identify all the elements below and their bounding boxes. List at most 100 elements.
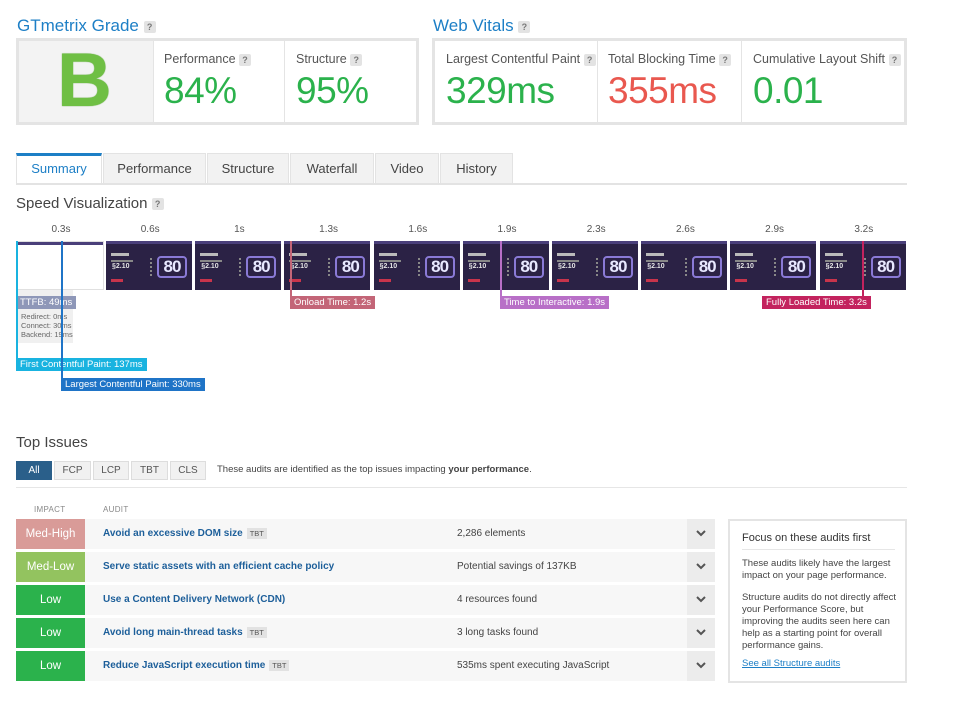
frame-red-button	[646, 279, 659, 282]
frame-text-line	[378, 253, 397, 256]
filter-cls[interactable]: CLS	[170, 461, 206, 480]
backend-time: Backend: 19ms	[21, 330, 73, 339]
help-icon[interactable]: ?	[719, 53, 732, 66]
filter-tbt[interactable]: TBT	[131, 461, 168, 480]
audit-row[interactable]: Low Reduce JavaScript execution time TBT 53…	[16, 651, 715, 681]
chevron-down-icon[interactable]	[687, 618, 715, 648]
impact-column-header: IMPACT	[34, 505, 66, 514]
help-icon[interactable]: ?	[518, 20, 531, 33]
tbt-metric: Total Blocking Time ? 355ms	[608, 52, 732, 111]
frame-text-line	[735, 253, 754, 256]
onload-marker: Onload Time: 1.2s	[290, 296, 376, 309]
filter-fcp[interactable]: FCP	[54, 461, 91, 480]
audit-title[interactable]: Reduce JavaScript execution time TBT	[103, 651, 290, 681]
filmstrip-frame[interactable]: §2.10 80	[462, 241, 549, 290]
focus-divider	[742, 549, 895, 550]
filter-lcp[interactable]: LCP	[93, 461, 129, 480]
frame-text-line	[200, 253, 219, 256]
audit-row[interactable]: Med-High Avoid an excessive DOM size TBT 2,…	[16, 519, 715, 549]
help-icon[interactable]: ?	[583, 53, 596, 66]
tab-video[interactable]: Video	[375, 153, 439, 183]
filmstrip-frame-blank[interactable]	[16, 241, 104, 290]
filmstrip-frame[interactable]: §2.10 80	[552, 241, 638, 290]
frame-red-button	[824, 279, 837, 282]
frame-top-bar	[17, 242, 103, 245]
divider	[741, 41, 742, 122]
web-vitals-panel: Largest Contentful Paint ? 329ms Total B…	[432, 38, 907, 125]
lcp-metric: Largest Contentful Paint ? 329ms	[446, 52, 596, 111]
frame-top-bar	[373, 241, 460, 244]
timeline-time-label: 1.6s	[408, 224, 428, 235]
performance-value: 84%	[164, 70, 237, 111]
frame-score: 80	[424, 256, 455, 278]
chevron-down-icon[interactable]	[687, 552, 715, 582]
frame-text-line	[557, 253, 575, 256]
frame-text-line	[111, 260, 133, 262]
tab-summary[interactable]: Summary	[16, 153, 102, 183]
audit-title-text: Avoid long main-thread tasks	[103, 627, 243, 638]
chevron-down-icon[interactable]	[687, 585, 715, 615]
tab-waterfall[interactable]: Waterfall	[290, 153, 374, 183]
help-icon[interactable]: ?	[143, 20, 156, 33]
audit-title[interactable]: Use a Content Delivery Network (CDN)	[103, 585, 285, 615]
tab-divider	[16, 183, 907, 185]
chevron-down-icon[interactable]	[687, 651, 715, 681]
divider	[597, 41, 598, 122]
audit-title[interactable]: Serve static assets with an efficient ca…	[103, 552, 334, 582]
see-all-structure-audits-link[interactable]: See all Structure audits	[742, 658, 840, 669]
frame-text-line	[557, 260, 579, 262]
filmstrip-frame[interactable]: §2.10 80	[373, 241, 460, 290]
filmstrip-frame[interactable]: §2.10 80	[730, 241, 817, 290]
structure-label: Structure	[296, 52, 347, 66]
frame-price: §2.10	[112, 263, 130, 270]
frame-text-line	[289, 253, 308, 256]
filmstrip-frame[interactable]: §2.10 80	[284, 241, 371, 290]
issues-divider	[16, 487, 907, 488]
help-icon[interactable]: ?	[888, 53, 901, 66]
impact-badge: Low	[16, 585, 85, 615]
audit-row[interactable]: Low Use a Content Delivery Network (CDN) 4…	[16, 585, 715, 615]
tti-marker: Time to Interactive: 1.9s	[500, 296, 610, 309]
fcp-marker: First Contentful Paint: 137ms	[16, 358, 147, 371]
frame-price: §2.10	[290, 263, 308, 270]
tab-performance[interactable]: Performance	[103, 153, 206, 183]
filmstrip-frame[interactable]: §2.10 80	[106, 241, 192, 290]
filter-all[interactable]: All	[16, 461, 52, 480]
audit-title[interactable]: Avoid an excessive DOM size TBT	[103, 519, 267, 549]
timeline-time-label: 1.3s	[319, 224, 339, 235]
help-icon[interactable]: ?	[350, 53, 363, 66]
gtmetrix-grade-title: GTmetrix Grade ?	[17, 16, 156, 36]
filmstrip-frame[interactable]: §2.10 80	[641, 241, 728, 290]
filmstrip-frame[interactable]: §2.10 80	[195, 241, 282, 290]
lcp-marker: Largest Contentful Paint: 330ms	[61, 378, 205, 391]
frame-price: §2.10	[736, 263, 754, 270]
fully-loaded-line	[862, 241, 864, 303]
audit-result: 4 resources found	[457, 594, 538, 605]
ttfb-marker: TTFB: 49ms	[16, 296, 77, 309]
focus-paragraph-1: These audits likely have the largest imp…	[742, 558, 891, 581]
tab-history[interactable]: History	[440, 153, 513, 183]
frame-text-line	[646, 253, 665, 256]
audit-title-text: Serve static assets with an efficient ca…	[103, 561, 335, 572]
frame-price: §2.10	[558, 263, 576, 270]
audit-title[interactable]: Avoid long main-thread tasks TBT	[103, 618, 267, 648]
frame-text-line	[824, 253, 843, 256]
chevron-down-icon[interactable]	[687, 519, 715, 549]
lcp-label: Largest Contentful Paint	[446, 52, 581, 66]
frame-text-line	[289, 260, 312, 262]
frame-price: §2.10	[468, 263, 487, 270]
audit-title-text: Reduce JavaScript execution time	[103, 660, 266, 671]
frame-text-line	[200, 260, 223, 262]
impact-badge: Med-High	[16, 519, 85, 549]
timeline-time-label: 1.9s	[497, 224, 517, 235]
structure-metric: Structure ? 95%	[296, 52, 369, 111]
grade-letter: B	[57, 38, 112, 123]
audit-row[interactable]: Low Avoid long main-thread tasks TBT 3 long…	[16, 618, 715, 648]
help-icon[interactable]: ?	[151, 198, 164, 211]
audit-row[interactable]: Med-Low Serve static assets with an effic…	[16, 552, 715, 582]
frame-score: 80	[781, 256, 812, 278]
help-icon[interactable]: ?	[239, 53, 252, 66]
frame-score: 80	[603, 256, 633, 278]
audit-result: Potential savings of 137KB	[457, 561, 577, 572]
tab-structure[interactable]: Structure	[207, 153, 289, 183]
